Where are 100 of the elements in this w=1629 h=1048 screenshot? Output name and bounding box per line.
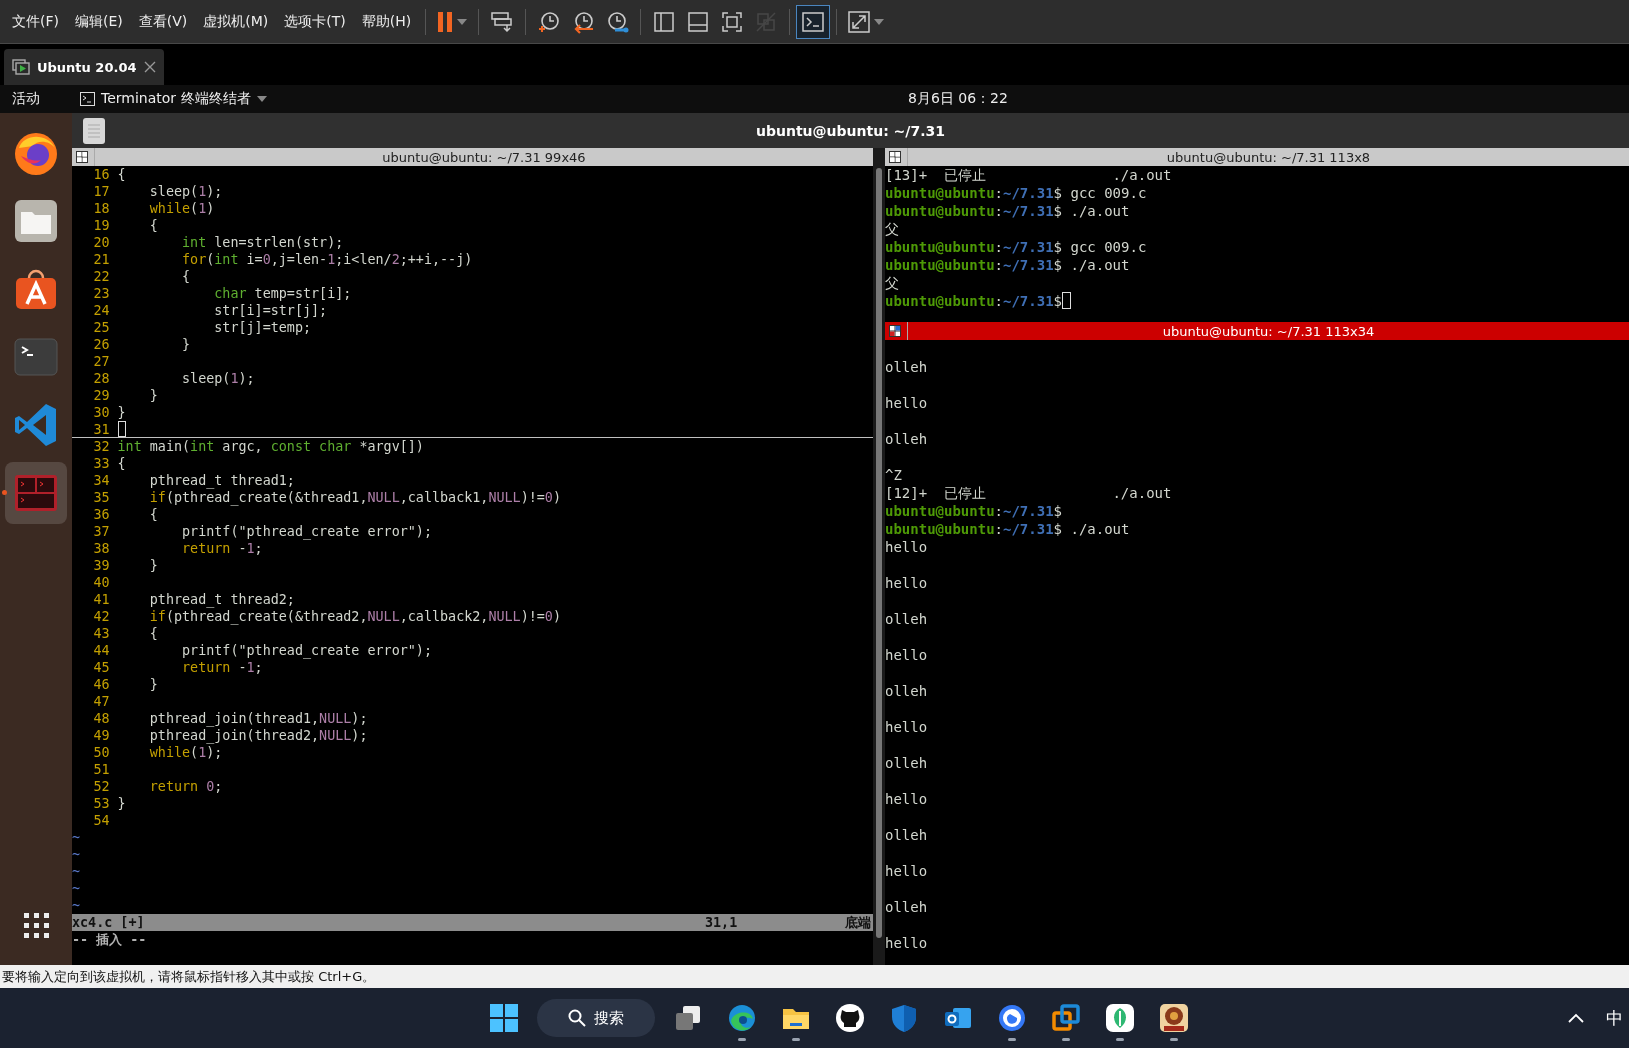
toolbar-button[interactable] bbox=[796, 4, 831, 39]
menu-item[interactable]: 文件(F) bbox=[4, 8, 67, 35]
menu-item[interactable]: 虚拟机(M) bbox=[195, 8, 277, 35]
line-number: 40 bbox=[92, 574, 111, 591]
pane-title: ubuntu@ubuntu: ~/7.31 113x34 bbox=[1161, 323, 1376, 339]
code-line: printf("pthread_create error"); bbox=[181, 523, 432, 540]
line-number: 20 bbox=[92, 234, 111, 251]
terminal-line: olleh bbox=[885, 431, 928, 447]
running-indicator bbox=[1170, 1038, 1178, 1041]
code-line: int len=strlen(str); bbox=[181, 234, 344, 251]
line-number: 46 bbox=[92, 676, 111, 693]
line-number: 16 bbox=[92, 166, 111, 183]
overlapping-squares-icon bbox=[1051, 1003, 1081, 1033]
line-number: 48 bbox=[92, 710, 111, 727]
vm-tab[interactable]: Ubuntu 20.04 bbox=[4, 49, 164, 85]
terminal-icon bbox=[80, 92, 95, 106]
running-indicator bbox=[1008, 1038, 1016, 1041]
terminal-line: ubuntu@ubuntu:~/7.31$ gcc 009.c bbox=[885, 185, 1147, 201]
game-emblem-icon bbox=[1159, 1003, 1189, 1033]
cursor-position: 31,1 bbox=[705, 914, 739, 931]
close-icon[interactable] bbox=[143, 61, 156, 73]
code-line: } bbox=[148, 557, 158, 574]
terminal-line: ubuntu@ubuntu:~/7.31$ ./a.out bbox=[885, 257, 1130, 273]
terminal-line: hello bbox=[885, 539, 928, 555]
menu-item[interactable]: 帮助(H) bbox=[353, 8, 420, 35]
line-number: 53 bbox=[92, 795, 111, 812]
layout-grid-icon[interactable] bbox=[889, 324, 903, 338]
code-line: int main(int argc, const char *argv[]) bbox=[117, 438, 424, 455]
running-dot bbox=[2, 490, 7, 495]
code-line: } bbox=[117, 795, 126, 812]
menu-item[interactable]: 选项卡(T) bbox=[276, 8, 354, 35]
clock-wrench-icon bbox=[605, 9, 630, 34]
layout-grid-icon[interactable] bbox=[889, 150, 903, 164]
terminal-line: hello bbox=[885, 719, 928, 735]
code-line: { bbox=[117, 455, 126, 472]
line-number: 41 bbox=[92, 591, 111, 608]
scrollbar-thumb[interactable] bbox=[876, 168, 882, 938]
menu-item[interactable]: 查看(V) bbox=[130, 8, 196, 35]
terminal-line: olleh bbox=[885, 683, 928, 699]
line-number: 52 bbox=[92, 778, 111, 795]
chevron-up-icon[interactable] bbox=[1568, 1013, 1584, 1023]
code-line: if(pthread_create(&thread2,NULL,callback2,NULL)!=0) bbox=[148, 608, 561, 625]
sidebar-layout-icon bbox=[653, 10, 676, 33]
code-line: pthread_t thread2; bbox=[148, 591, 295, 608]
code-line: { bbox=[148, 217, 158, 234]
terminal-line: hello bbox=[885, 863, 928, 879]
line-number: 50 bbox=[92, 744, 111, 761]
terminal-line: hello bbox=[885, 935, 928, 951]
terminal-line: olleh bbox=[885, 899, 928, 915]
terminal-line: 父 bbox=[885, 221, 899, 237]
code-line: pthread_join(thread1,NULL); bbox=[148, 710, 368, 727]
empty-line-marker: ~ bbox=[72, 830, 81, 845]
code-line: sleep(1); bbox=[181, 370, 255, 387]
code-line: str[j]=temp; bbox=[213, 319, 312, 336]
line-number: 33 bbox=[92, 455, 111, 472]
line-number: 18 bbox=[92, 200, 111, 217]
line-number: 39 bbox=[92, 557, 111, 574]
code-line: str[i]=str[j]; bbox=[213, 302, 328, 319]
caret-icon bbox=[256, 96, 267, 102]
terminal-line: ubuntu@ubuntu:~/7.31$ ./a.out bbox=[885, 521, 1130, 537]
layout-grid-icon[interactable] bbox=[76, 150, 90, 164]
menu-item[interactable]: 编辑(E) bbox=[67, 8, 131, 35]
line-number: 54 bbox=[92, 812, 111, 829]
app-menu[interactable]: Terminator 终端终结者 bbox=[80, 90, 267, 108]
code-line: { bbox=[181, 268, 191, 285]
line-number: 30 bbox=[92, 404, 111, 421]
terminal-line: hello bbox=[885, 395, 928, 411]
line-number: 37 bbox=[92, 523, 111, 540]
line-number: 44 bbox=[92, 642, 111, 659]
fox-globe-icon bbox=[13, 130, 59, 176]
swirl-browser-icon bbox=[727, 1003, 757, 1033]
code-line: char temp=str[i]; bbox=[213, 285, 352, 302]
window-title: ubuntu@ubuntu: ~/7.31 bbox=[755, 122, 946, 139]
code-line: pthread_join(thread2,NULL); bbox=[148, 727, 368, 744]
code-line: } bbox=[148, 676, 158, 693]
empty-line-marker: ~ bbox=[72, 864, 81, 879]
input-method-indicator[interactable]: 中 bbox=[1606, 1006, 1623, 1030]
empty-line-marker: ~ bbox=[72, 847, 81, 862]
activities-label[interactable]: 活动 bbox=[12, 90, 72, 108]
code-line: { bbox=[148, 506, 158, 523]
terminal-line: ubuntu@ubuntu:~/7.31$ gcc 009.c bbox=[885, 239, 1147, 255]
code-line: while(1) bbox=[148, 200, 215, 217]
line-number: 19 bbox=[92, 217, 111, 234]
code-line: printf("pthread_create error"); bbox=[181, 642, 432, 659]
line-number: 45 bbox=[92, 659, 111, 676]
line-number: 38 bbox=[92, 540, 111, 557]
line-number: 24 bbox=[92, 302, 111, 319]
terminal-line: olleh bbox=[885, 611, 928, 627]
clock[interactable]: 8月6日 06：22 bbox=[908, 90, 1008, 108]
chat-bubble-icon bbox=[997, 1003, 1027, 1033]
pause-icon bbox=[437, 10, 454, 33]
search-button[interactable]: 搜索 bbox=[537, 999, 655, 1037]
line-number: 25 bbox=[92, 319, 111, 336]
search-icon bbox=[568, 1009, 586, 1027]
terminal-line: olleh bbox=[885, 755, 928, 771]
four-squares-icon bbox=[489, 1003, 519, 1033]
mode-indicator: -- 插入 -- bbox=[72, 932, 147, 947]
terminal-line: ubuntu@ubuntu:~/7.31$ bbox=[885, 503, 1063, 519]
line-number: 42 bbox=[92, 608, 111, 625]
code-line: } bbox=[148, 387, 158, 404]
